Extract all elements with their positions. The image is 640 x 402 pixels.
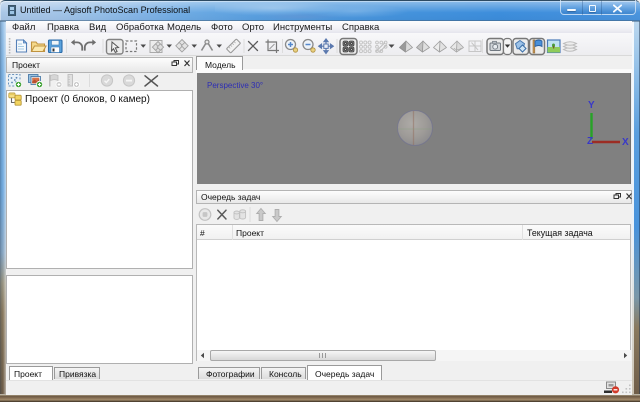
svg-text:Y: Y bbox=[588, 100, 595, 111]
svg-text:Z: Z bbox=[587, 136, 593, 147]
svg-text:X: X bbox=[622, 137, 629, 148]
